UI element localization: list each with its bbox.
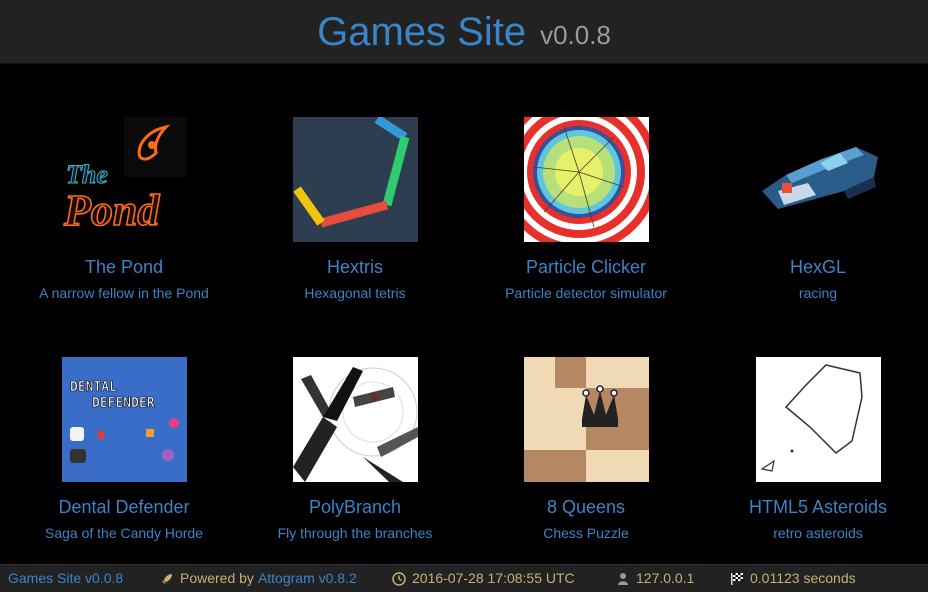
game-title[interactable]: The Pond	[10, 256, 238, 278]
footer-powered-by: Powered by Attogram v0.8.2	[160, 565, 357, 592]
rocket-icon	[162, 573, 172, 584]
game-description: Particle detector simulator	[505, 285, 667, 301]
dental-defender-art: DENTAL DEFENDER	[69, 380, 179, 463]
game-card-the-pond: The Pond The Pond A narrow fellow in the…	[10, 117, 238, 302]
svg-text:The: The	[66, 160, 108, 189]
html5-asteroids-thumbnail[interactable]	[755, 357, 881, 482]
game-title[interactable]: Particle Clicker	[472, 256, 700, 278]
hexgl-thumbnail[interactable]	[755, 117, 881, 242]
svg-text:Pond: Pond	[63, 186, 160, 235]
svg-text:DEFENDER: DEFENDER	[92, 396, 155, 411]
hexgl-ship-art	[761, 147, 878, 209]
game-title[interactable]: PolyBranch	[241, 496, 469, 518]
footer-datetime: 2016-07-28 17:08:55 UTC	[392, 565, 575, 592]
games-grid: The Pond The Pond A narrow fellow in the…	[8, 64, 920, 564]
the-pond-thumbnail[interactable]: The Pond	[61, 117, 187, 242]
timing-text: 0.01123 seconds	[750, 570, 856, 586]
particle-clicker-thumbnail[interactable]	[523, 117, 649, 242]
asteroids-art	[759, 364, 863, 472]
clock-icon	[392, 571, 406, 586]
footer-timing: 0.01123 seconds	[730, 565, 856, 592]
game-title[interactable]: HexGL	[704, 256, 928, 278]
checkered-flag-icon	[731, 572, 743, 585]
game-description: Chess Puzzle	[543, 525, 629, 541]
game-title[interactable]: HTML5 Asteroids	[704, 496, 928, 518]
datetime-text: 2016-07-28 17:08:55 UTC	[412, 570, 575, 586]
polybranch-thumbnail[interactable]	[292, 357, 418, 482]
game-title[interactable]: Dental Defender	[10, 496, 238, 518]
game-card-hextris: Hextris Hexagonal tetris	[241, 117, 469, 302]
game-card-8-queens: 8 Queens Chess Puzzle	[472, 357, 700, 542]
game-description: retro asteroids	[773, 525, 863, 541]
particle-clicker-art	[523, 117, 649, 242]
pond-art: The Pond	[62, 117, 187, 236]
hextris-thumbnail[interactable]	[292, 117, 418, 242]
svg-text:DENTAL: DENTAL	[70, 380, 117, 395]
chessboard-art	[523, 357, 649, 482]
game-title[interactable]: 8 Queens	[472, 496, 700, 518]
site-header: Games Site v0.0.8	[0, 0, 928, 64]
hextris-art	[292, 117, 409, 228]
8-queens-thumbnail[interactable]	[523, 357, 649, 482]
powered-label: Powered by	[180, 570, 254, 586]
game-description: Fly through the branches	[277, 525, 433, 541]
game-description: A narrow fellow in the Pond	[39, 285, 209, 301]
game-description: Hexagonal tetris	[304, 285, 406, 301]
site-version: v0.0.8	[540, 20, 611, 50]
site-title[interactable]: Games Site	[317, 12, 526, 52]
game-description: Saga of the Candy Horde	[45, 525, 203, 541]
footer-ip: 127.0.0.1	[616, 565, 694, 592]
game-card-dental-defender: DENTAL DEFENDER Dental Defender Saga of …	[10, 357, 238, 542]
game-card-html5-asteroids: HTML5 Asteroids retro asteroids	[704, 357, 928, 542]
site-footer: Games Site v0.0.8 Powered by Attogram v0…	[0, 564, 928, 592]
footer-site-link-wrapper: Games Site v0.0.8	[8, 565, 123, 592]
ip-text: 127.0.0.1	[636, 570, 695, 586]
polybranch-art	[292, 367, 418, 482]
game-card-particle-clicker: Particle Clicker Particle detector simul…	[472, 117, 700, 302]
game-description: racing	[798, 285, 838, 301]
user-icon	[618, 572, 628, 585]
dental-defender-thumbnail[interactable]: DENTAL DEFENDER	[61, 357, 187, 482]
game-card-polybranch: PolyBranch Fly through the branches	[241, 357, 469, 542]
game-title[interactable]: Hextris	[241, 256, 469, 278]
attogram-link[interactable]: Attogram v0.8.2	[258, 565, 357, 592]
game-card-hexgl: HexGL racing	[704, 117, 928, 302]
footer-site-link[interactable]: Games Site v0.0.8	[8, 565, 123, 592]
